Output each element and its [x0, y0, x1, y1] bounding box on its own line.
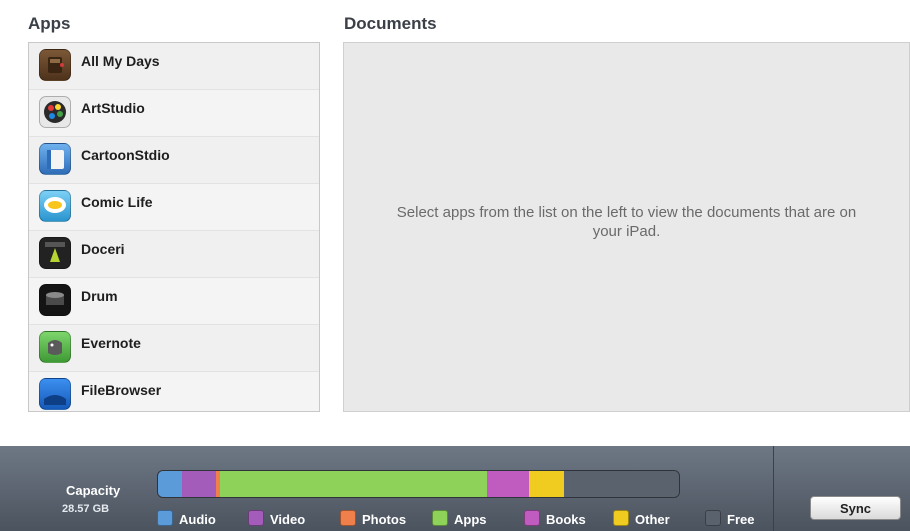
app-label: All My Days	[81, 53, 160, 69]
capacity-segment-apps	[220, 471, 487, 497]
elephant-icon	[39, 331, 71, 363]
capacity-meter	[157, 470, 680, 498]
list-item-all-my-days[interactable]: All My Days	[29, 43, 319, 90]
documents-empty-message: Select apps from the list on the left to…	[396, 204, 857, 240]
documents-panel: Select apps from the list on the left to…	[343, 42, 910, 412]
list-item-doceri[interactable]: Doceri	[29, 231, 319, 278]
capacity-segment-books	[486, 471, 530, 497]
apps-heading: Apps	[28, 14, 71, 33]
list-item-filebrowser[interactable]: FileBrowser	[29, 372, 319, 411]
audio-swatch	[157, 510, 173, 526]
legend-label: Apps	[454, 512, 487, 527]
legend-label: Books	[546, 512, 586, 527]
filebrowser-icon	[39, 378, 71, 410]
legend-audio: Audio	[157, 510, 216, 527]
documents-heading: Documents	[344, 14, 437, 33]
journal-icon	[39, 49, 71, 81]
legend-photos: Photos	[340, 510, 406, 527]
palette-icon	[39, 96, 71, 128]
list-item-artstudio[interactable]: ArtStudio	[29, 90, 319, 137]
comic-speech-icon	[39, 190, 71, 222]
apps-swatch	[432, 510, 448, 526]
sync-button[interactable]: Sync	[810, 496, 901, 520]
video-swatch	[248, 510, 264, 526]
legend-label: Audio	[179, 512, 216, 527]
legend-video: Video	[248, 510, 305, 527]
capacity-segment-free	[564, 471, 679, 497]
apps-list: All My Days ArtStudio CartoonStdio Comic…	[28, 42, 320, 412]
app-label: FileBrowser	[81, 382, 162, 398]
legend-books: Books	[524, 510, 586, 527]
capacity-segment-audio	[158, 471, 182, 497]
free-swatch	[705, 510, 721, 526]
legend-label: Free	[727, 512, 755, 527]
bottom-divider	[773, 446, 774, 531]
drum-icon	[39, 284, 71, 316]
app-label: Doceri	[81, 241, 125, 257]
app-label: Comic Life	[81, 194, 153, 210]
legend-label: Other	[635, 512, 670, 527]
app-label: ArtStudio	[81, 100, 145, 116]
capacity-segment-video	[181, 471, 217, 497]
doceri-icon	[39, 237, 71, 269]
list-item-comic-life[interactable]: Comic Life	[29, 184, 319, 231]
app-label: Drum	[81, 288, 118, 304]
legend-free: Free	[705, 510, 754, 527]
photos-swatch	[340, 510, 356, 526]
other-swatch	[613, 510, 629, 526]
capacity-value: 28.57 GB	[62, 503, 110, 515]
legend-apps: Apps	[432, 510, 487, 527]
books-swatch	[524, 510, 540, 526]
legend-label: Video	[270, 512, 306, 527]
list-item-cartoonstdio[interactable]: CartoonStdio	[29, 137, 319, 184]
app-label: CartoonStdio	[81, 147, 170, 163]
capacity-label: Capacity	[66, 483, 121, 498]
app-label: Evernote	[81, 335, 141, 351]
legend-label: Photos	[362, 512, 407, 527]
list-item-evernote[interactable]: Evernote	[29, 325, 319, 372]
capacity-segment-other	[529, 471, 565, 497]
cartoon-canvas-icon	[39, 143, 71, 175]
list-item-drum[interactable]: Drum	[29, 278, 319, 325]
legend-other: Other	[613, 510, 670, 527]
